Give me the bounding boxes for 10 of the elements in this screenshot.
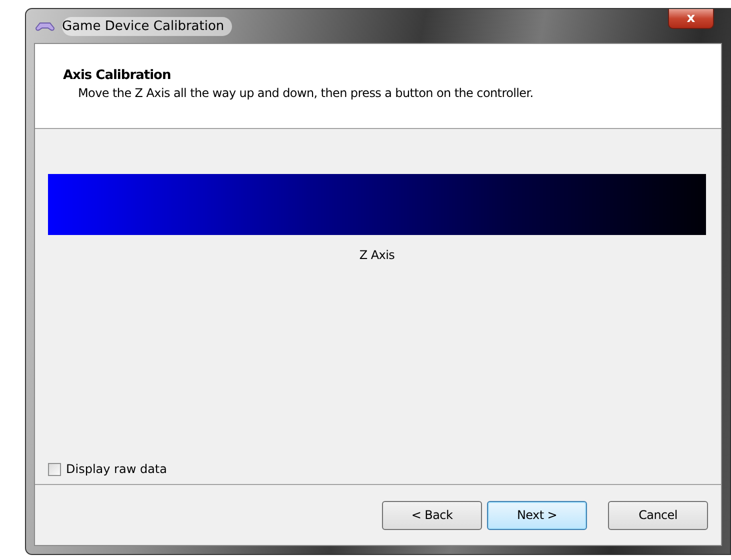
wizard-button[interactable]: Cancel — [608, 500, 708, 530]
step-title: Axis Calibration — [63, 68, 172, 83]
axis-label: Z Axis — [358, 248, 396, 262]
wizard-button[interactable]: < Back — [382, 500, 482, 530]
wizard-button[interactable]: Next > — [487, 500, 587, 530]
raw-data-label: Display raw data — [66, 462, 167, 476]
raw-data-checkbox[interactable] — [48, 462, 61, 476]
close-button[interactable]: x — [668, 9, 714, 29]
instruction-text: Move the Z Axis all the way up and down, then press a button on the controller. — [78, 86, 534, 100]
window-title: Game Device Calibration — [62, 16, 232, 36]
